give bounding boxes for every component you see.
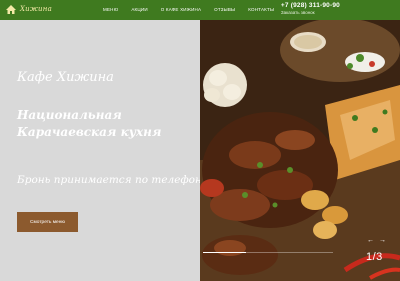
arrow-left-icon[interactable]: ← [367, 237, 374, 245]
hero-text-panel: Кафе Хижина Национальная Карачаевская ку… [0, 20, 208, 281]
nav-item-promotions[interactable]: Акции [131, 7, 147, 12]
nav-item-about[interactable]: О кафе Хижина [161, 7, 201, 12]
view-menu-button[interactable]: Смотреть меню [17, 212, 78, 232]
hero-title: Кафе Хижина [17, 70, 114, 85]
hero-subtitle: Национальная Карачаевская кухня [17, 108, 162, 139]
slider-progress [203, 252, 333, 253]
header-contact: +7 (928) 311-90-90 Заказать звонок [281, 2, 340, 15]
hut-logo-icon [6, 5, 16, 14]
arrow-right-icon[interactable]: → [379, 237, 386, 245]
slider-controls: ← → [367, 237, 386, 245]
nav-item-contacts[interactable]: Контакты [248, 7, 274, 12]
nav-item-reviews[interactable]: Отзывы [214, 7, 235, 12]
nav-item-menu[interactable]: Меню [103, 7, 118, 12]
callback-link[interactable]: Заказать звонок [281, 10, 340, 15]
phone-number[interactable]: +7 (928) 311-90-90 [281, 2, 340, 9]
logo[interactable]: Хижина [5, 3, 52, 15]
main-nav: Меню Акции О кафе Хижина Отзывы Контакты [103, 7, 274, 12]
slider-progress-fill [203, 252, 246, 253]
slide-counter: 1/3 [366, 251, 383, 263]
logo-text: Хижина [20, 5, 52, 13]
booking-note: Бронь принимается по телефону [17, 174, 208, 186]
site-header: Хижина Меню Акции О кафе Хижина Отзывы К… [0, 0, 400, 20]
